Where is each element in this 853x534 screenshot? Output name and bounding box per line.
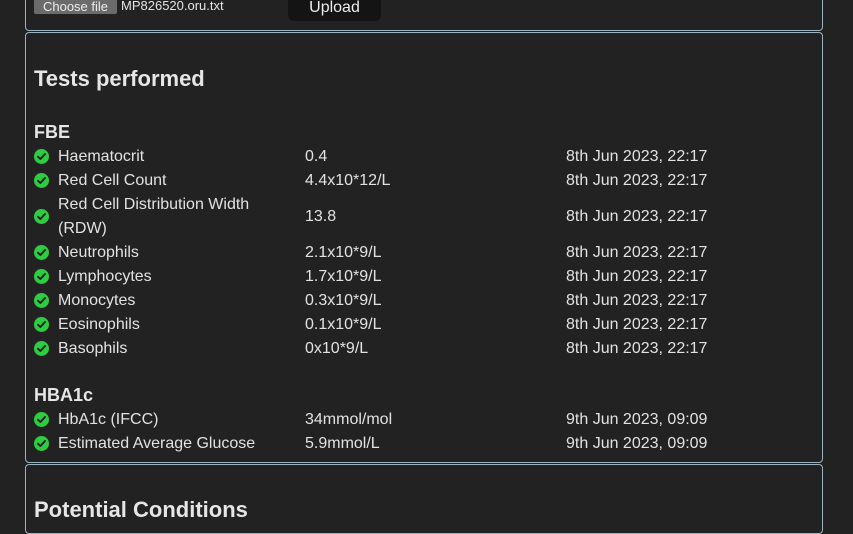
check-circle-icon [34,436,49,451]
check-circle-icon [34,149,49,164]
upload-card: Choose file MP826520.oru.txt Upload [25,0,823,31]
choose-file-button[interactable]: Choose file [34,0,117,14]
test-value: 4.4x10*12/L [305,172,391,189]
test-value: 1.7x10*9/L [305,268,382,285]
test-value: 34mmol/mol [305,411,393,428]
check-circle-icon [34,317,49,332]
test-date: 8th Jun 2023, 22:17 [566,208,708,225]
test-name: Red Cell Count [58,172,167,189]
group-title-hba1c: HBA1c [34,385,94,405]
check-circle-icon [34,341,49,356]
test-name: HbA1c (IFCC) [58,411,159,428]
tests-card: Tests performed FBE Haematocrit 0.4 8th … [25,32,823,463]
test-date: 8th Jun 2023, 22:17 [566,340,708,357]
check-circle-icon [34,412,49,427]
test-name: Eosinophils [58,316,140,333]
test-date: 8th Jun 2023, 22:17 [566,172,708,189]
check-circle-icon [34,209,49,224]
upload-button[interactable]: Upload [288,0,381,21]
test-date: 9th Jun 2023, 09:09 [566,411,708,428]
test-value: 13.8 [305,208,337,225]
test-name: Haematocrit [58,148,145,165]
check-circle-icon [34,293,49,308]
test-date: 8th Jun 2023, 22:17 [566,292,708,309]
test-value: 5.9mmol/L [305,435,380,452]
group-title-fbe: FBE [34,122,70,142]
test-value: 0.1x10*9/L [305,316,382,333]
selected-file-name: MP826520.oru.txt [121,0,224,13]
tests-title: Tests performed [34,66,205,91]
test-date: 8th Jun 2023, 22:17 [566,148,708,165]
test-name: Lymphocytes [58,268,152,285]
test-name: Monocytes [58,292,136,309]
test-name: Red Cell Distribution Width (RDW) [58,196,250,237]
check-circle-icon [34,269,49,284]
test-date: 9th Jun 2023, 09:09 [566,435,708,452]
test-value: 0.3x10*9/L [305,292,382,309]
test-date: 8th Jun 2023, 22:17 [566,244,708,261]
test-date: 8th Jun 2023, 22:17 [566,268,708,285]
test-name: Estimated Average Glucose [58,435,256,452]
test-value: 2.1x10*9/L [305,244,382,261]
test-name: Neutrophils [58,244,139,261]
conditions-card: Potential Conditions [25,464,823,534]
check-circle-icon [34,173,49,188]
test-date: 8th Jun 2023, 22:17 [566,316,708,333]
test-name: Basophils [58,340,128,357]
check-circle-icon [34,245,49,260]
test-value: 0x10*9/L [305,340,369,357]
test-value: 0.4 [305,148,328,165]
conditions-title: Potential Conditions [34,497,248,522]
